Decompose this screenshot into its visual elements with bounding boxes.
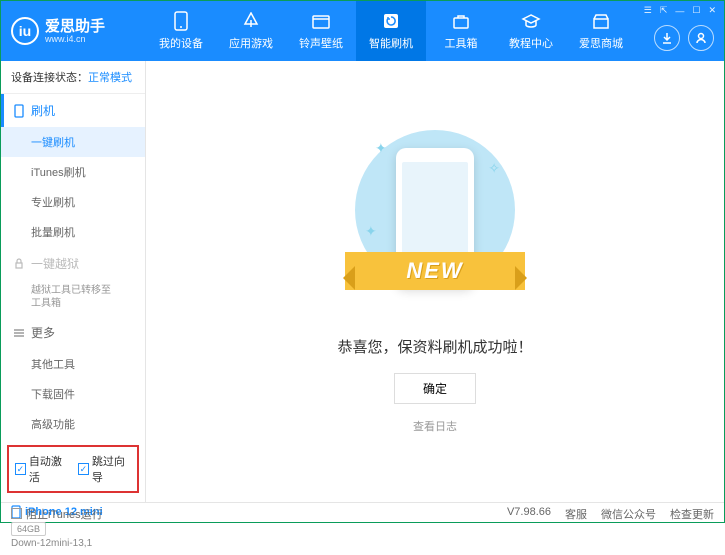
sidebar-item-download[interactable]: 下载固件 [1,379,145,409]
footer-link-wechat[interactable]: 微信公众号 [601,506,656,522]
main-nav: 我的设备 应用游戏 铃声壁纸 智能刷机 工具箱 教程中心 爱思商城 [146,1,724,61]
footer-link-support[interactable]: 客服 [565,506,587,522]
apps-icon [241,11,261,31]
download-button[interactable] [654,25,680,51]
maximize-icon[interactable]: ☐ [692,5,700,16]
phone-icon [171,11,191,31]
view-log-link[interactable]: 查看日志 [413,418,457,434]
minimize-icon[interactable]: — [675,6,684,16]
phone-small-icon [13,104,25,118]
sidebar-item-onekey[interactable]: 一键刷机 [1,127,145,157]
section-brush[interactable]: 刷机 [1,94,145,127]
sidebar: 设备连接状态：正常模式 刷机 一键刷机 iTunes刷机 专业刷机 批量刷机 一… [1,61,146,502]
options-box: ✓自动激活 ✓跳过向导 [7,445,139,493]
logo-area: iu 爱思助手 www.i4.cn [1,17,146,45]
folder-icon [311,11,331,31]
grad-cap-icon [521,11,541,31]
logo-icon: iu [11,17,39,45]
sidebar-item-other[interactable]: 其他工具 [1,349,145,379]
app-header: iu 爱思助手 www.i4.cn 我的设备 应用游戏 铃声壁纸 智能刷机 工具… [1,1,724,61]
section-jailbreak: 一键越狱 [1,247,145,280]
main-content: ✦ ✧ ✦ NEW 恭喜您，保资料刷机成功啦！ 确定 查看日志 [146,61,724,502]
nav-my-device[interactable]: 我的设备 [146,1,216,61]
pin-icon[interactable]: ⇱ [660,5,668,16]
window-controls: ☰ ⇱ — ☐ ✕ [644,5,716,16]
toolbox-icon [451,11,471,31]
jailbreak-note: 越狱工具已转移至 工具箱 [1,280,145,316]
banner-text: NEW [406,258,463,284]
block-itunes-label: 阻止iTunes运行 [26,506,103,522]
app-url: www.i4.cn [45,34,105,44]
version-label: V7.98.66 [507,506,551,522]
checkbox-auto-activate[interactable]: ✓自动激活 [15,453,68,485]
store-icon [591,11,611,31]
footer-link-update[interactable]: 检查更新 [670,506,714,522]
app-title: 爱思助手 [45,19,105,34]
storage-badge: 64GB [11,522,46,536]
list-icon [13,328,25,338]
sidebar-item-batch[interactable]: 批量刷机 [1,217,145,247]
refresh-icon [381,11,401,31]
sidebar-item-pro[interactable]: 专业刷机 [1,187,145,217]
nav-store[interactable]: 爱思商城 [566,1,636,61]
lock-icon [13,258,25,270]
ok-button[interactable]: 确定 [394,373,476,404]
close-icon[interactable]: ✕ [708,5,716,16]
checkbox-block-itunes[interactable] [11,508,22,519]
success-illustration: ✦ ✧ ✦ NEW [355,130,515,310]
nav-toolbox[interactable]: 工具箱 [426,1,496,61]
user-button[interactable] [688,25,714,51]
nav-flash[interactable]: 智能刷机 [356,1,426,61]
menu-icon[interactable]: ☰ [644,5,652,16]
device-model: Down-12mini-13,1 [11,538,135,549]
connection-status: 设备连接状态：正常模式 [1,61,145,94]
sidebar-item-advanced[interactable]: 高级功能 [1,409,145,439]
section-more[interactable]: 更多 [1,316,145,349]
sidebar-item-itunes[interactable]: iTunes刷机 [1,157,145,187]
nav-apps[interactable]: 应用游戏 [216,1,286,61]
success-message: 恭喜您，保资料刷机成功啦！ [337,336,532,357]
nav-ringtones[interactable]: 铃声壁纸 [286,1,356,61]
nav-tutorials[interactable]: 教程中心 [496,1,566,61]
checkbox-skip-guide[interactable]: ✓跳过向导 [78,453,131,485]
